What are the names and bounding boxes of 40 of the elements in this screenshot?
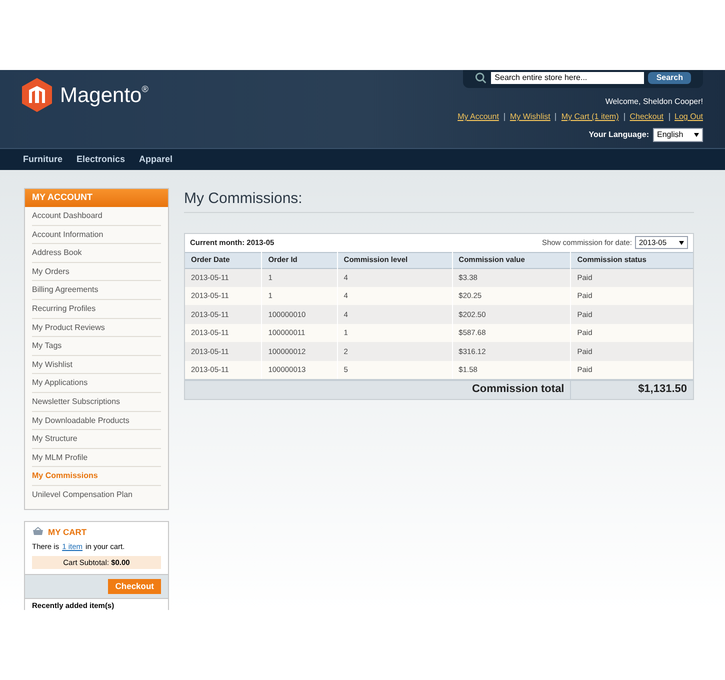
search-icon — [475, 72, 487, 84]
logo-icon — [22, 78, 52, 112]
sidebar-item[interactable]: My MLM Profile — [32, 448, 161, 468]
nav-link[interactable]: Furniture — [23, 152, 62, 166]
nav-link[interactable]: Electronics — [76, 152, 126, 166]
sidebar-item[interactable]: My Orders — [32, 262, 161, 282]
nav-link[interactable]: Apparel — [139, 152, 173, 166]
sidebar-item[interactable]: My Downloadable Products — [32, 412, 161, 430]
cart-title: MY CART — [48, 526, 87, 538]
sidebar-item[interactable]: Newsletter Subscriptions — [32, 392, 161, 412]
logo-text: Magento — [60, 84, 142, 106]
sidebar-item[interactable]: My Structure — [32, 430, 161, 449]
total-label: Commission total — [185, 380, 571, 399]
language-select[interactable]: English — [653, 128, 703, 142]
basket-icon — [32, 527, 44, 536]
header-link[interactable]: My Cart (1 item) — [561, 111, 619, 123]
sidebar-item[interactable]: Unilevel Compensation Plan — [32, 486, 161, 504]
sidebar-item[interactable]: My Wishlist — [32, 356, 161, 374]
search-button[interactable]: Search — [648, 72, 691, 84]
language-label: Your Language: — [588, 129, 649, 141]
header-link[interactable]: My Account — [458, 111, 499, 123]
dropdown-arrow-icon — [679, 240, 684, 244]
sidebar-item[interactable]: Recurring Profiles — [32, 300, 161, 319]
sidebar-item[interactable]: Account Information — [32, 226, 161, 244]
dropdown-arrow-icon — [694, 133, 699, 137]
search-field[interactable]: Search entire store here... — [490, 72, 644, 84]
sidebar-item[interactable]: Billing Agreements — [32, 281, 161, 300]
welcome-text: Welcome, Sheldon Cooper! — [605, 96, 703, 108]
sidebar-item[interactable]: My Product Reviews — [32, 318, 161, 338]
trademark-sign: ® — [142, 84, 148, 94]
header-link[interactable]: Checkout — [630, 111, 664, 123]
header-link[interactable]: My Wishlist — [510, 111, 550, 123]
sidebar-item[interactable]: My Tags — [32, 337, 161, 356]
sidebar-item[interactable]: My Applications — [32, 374, 161, 393]
header-link[interactable]: Log Out — [674, 111, 703, 123]
sidebar-item[interactable]: Account Dashboard — [32, 207, 161, 226]
panel-title: MY ACCOUNT — [25, 189, 168, 207]
sidebar-item[interactable]: Address Book — [32, 244, 161, 263]
total-value: $1,131.50 — [570, 380, 693, 399]
page-title: My Commissions: — [184, 188, 694, 212]
